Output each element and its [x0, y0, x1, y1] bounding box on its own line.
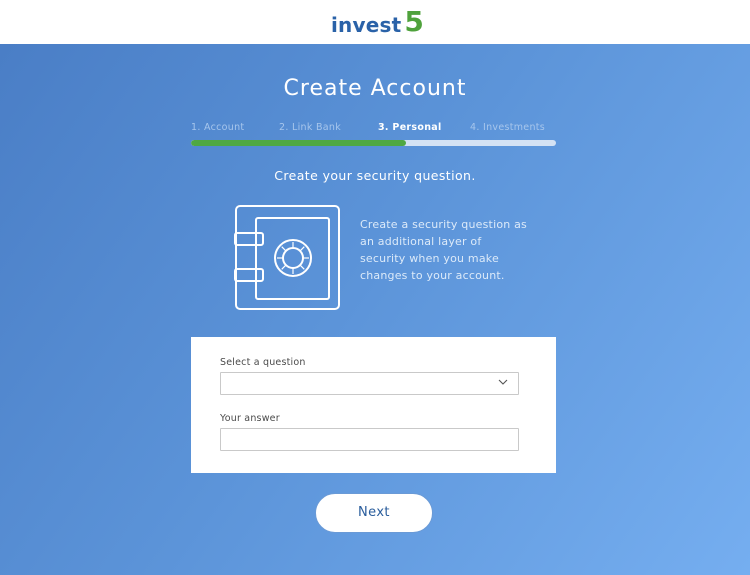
chevron-down-icon: [498, 379, 508, 385]
progress-fill: [191, 140, 407, 146]
progress-bar: [191, 140, 556, 146]
security-form: Select a question Your answer: [191, 337, 556, 473]
step-indicator: 1. Account 2. Link Bank 3. Personal 4. I…: [191, 122, 556, 134]
next-button[interactable]: Next: [315, 493, 433, 533]
question-label: Select a question: [220, 357, 306, 368]
invest5-logo[interactable]: invest 5: [331, 5, 424, 38]
step-investments: 4. Investments: [470, 122, 546, 133]
answer-label: Your answer: [220, 413, 280, 424]
answer-input[interactable]: [220, 428, 519, 451]
page-title: Create Account: [283, 76, 467, 101]
logo-text: invest: [331, 13, 402, 37]
safe-icon: [234, 205, 340, 310]
step-link-bank: 2. Link Bank: [279, 122, 342, 133]
subtitle: Create your security question.: [274, 168, 476, 183]
security-description: Create a security question as an additio…: [360, 218, 527, 282]
question-select[interactable]: [220, 372, 519, 395]
header: invest 5: [0, 0, 750, 44]
logo-number: 5: [404, 5, 424, 38]
main-panel: Create Account 1. Account 2. Link Bank 3…: [0, 44, 750, 575]
step-personal: 3. Personal: [378, 122, 442, 133]
step-account: 1. Account: [191, 122, 245, 133]
